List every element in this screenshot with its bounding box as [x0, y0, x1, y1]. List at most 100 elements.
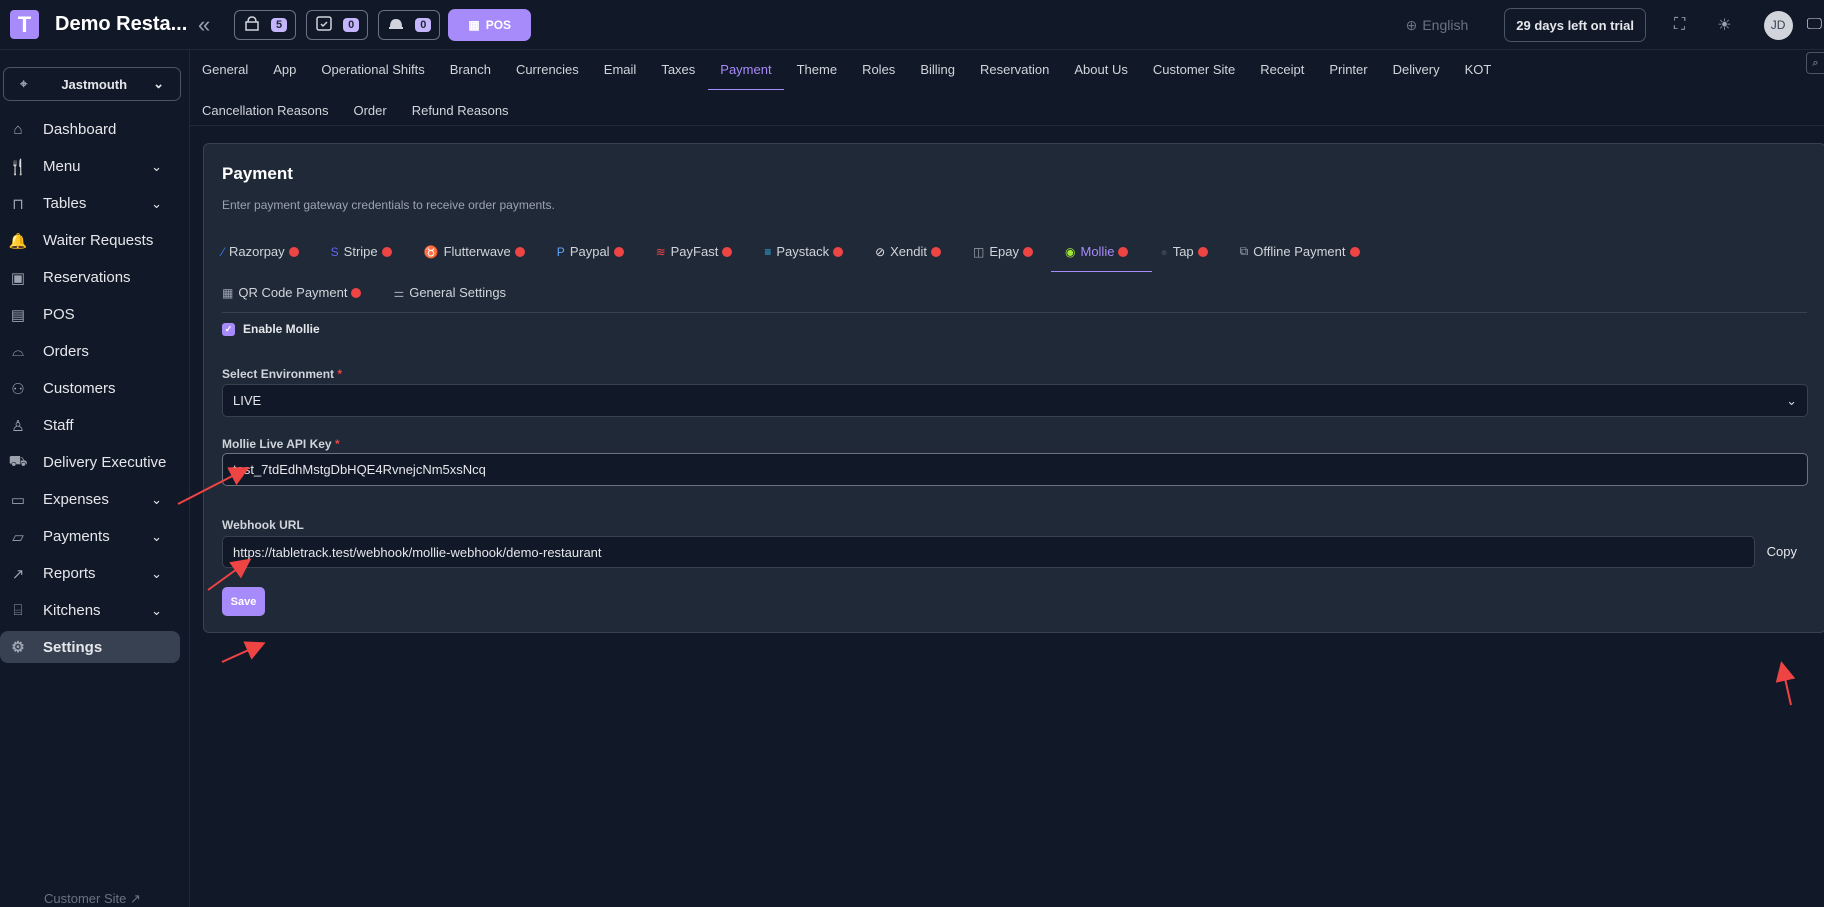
- webhook-label: Webhook URL: [222, 518, 304, 532]
- gateway-tab-mollie[interactable]: ◉ Mollie: [1050, 231, 1154, 272]
- language-selector[interactable]: ⊕ English: [1406, 17, 1469, 34]
- tab-general[interactable]: General: [202, 52, 248, 87]
- tab-branch[interactable]: Branch: [450, 52, 491, 87]
- gateway-tab-stripe[interactable]: S Stripe: [331, 231, 392, 272]
- gateway-tab-flutterwave[interactable]: ♉ Flutterwave: [424, 231, 525, 272]
- reservations-count: 0: [343, 17, 360, 32]
- copy-button[interactable]: Copy: [1767, 544, 1797, 559]
- gateway-tab-payfast[interactable]: ≋ PayFast: [656, 231, 733, 272]
- offline-payment-icon: ⧉: [1239, 244, 1249, 258]
- gateway-tab-general-settings[interactable]: ⚌ General Settings: [393, 272, 506, 313]
- status-dot: [351, 287, 362, 298]
- gateway-tab-razorpay[interactable]: ⁄ Razorpay: [222, 231, 299, 272]
- sidebar-item-dashboard[interactable]: ⌂ Dashboard: [0, 111, 180, 148]
- webhook-url-input[interactable]: https://tabletrack.test/webhook/mollie-w…: [222, 536, 1755, 568]
- sidebar-item-menu[interactable]: 🍴 Menu ⌄: [0, 148, 180, 185]
- enable-mollie-checkbox[interactable]: ✓ Enable Mollie: [222, 322, 320, 336]
- gateway-tab-epay[interactable]: ◫ Epay: [973, 231, 1033, 272]
- pos-button[interactable]: ▦ POS: [448, 8, 532, 41]
- gateway-label: Stripe: [343, 244, 378, 259]
- environment-select[interactable]: LIVE ⌄: [222, 384, 1808, 417]
- sidebar-item-expenses[interactable]: ▭ Expenses ⌄: [0, 481, 180, 518]
- tab-cancellation-reasons[interactable]: Cancellation Reasons: [202, 93, 328, 128]
- gateway-label: Tap: [1172, 244, 1194, 259]
- waiter-requests-chip[interactable]: 0: [378, 9, 441, 40]
- gateway-tab-qr-code-payment[interactable]: ▦ QR Code Payment: [222, 272, 362, 313]
- tab-about-us[interactable]: About Us: [1074, 52, 1127, 87]
- main-content: General App Operational Shifts Branch Curren…: [190, 50, 1824, 907]
- external-link-icon: ↗: [130, 891, 141, 906]
- sidebar-item-orders[interactable]: ⌓ Orders: [0, 333, 180, 370]
- pos-icon: ▤: [10, 306, 26, 324]
- gateway-label: PayFast: [670, 244, 719, 259]
- tab-app[interactable]: App: [273, 52, 296, 87]
- sidebar-item-reservations[interactable]: ▣ Reservations: [0, 259, 180, 296]
- status-dot: [514, 246, 525, 257]
- gateway-tab-paypal[interactable]: P Paypal: [557, 231, 624, 272]
- tab-email[interactable]: Email: [604, 52, 637, 87]
- kitchen-icon: ⌸: [13, 602, 23, 619]
- kitchen-orders-chip[interactable]: 5: [234, 9, 297, 40]
- calendar-icon: ▣: [10, 269, 26, 287]
- sidebar-item-staff[interactable]: ♙ Staff: [0, 407, 180, 444]
- gateway-tab-offline-payment[interactable]: ⧉ Offline Payment: [1240, 231, 1360, 272]
- sidebar-item-payments[interactable]: ▱ Payments ⌄: [0, 518, 180, 555]
- sidebar-item-label: Payments: [43, 528, 110, 545]
- required-mark: *: [337, 367, 343, 381]
- tab-receipt[interactable]: Receipt: [1260, 52, 1304, 87]
- double-chevron-left-icon[interactable]: «: [198, 12, 224, 38]
- reservations-chip[interactable]: 0: [306, 9, 369, 40]
- search-icon[interactable]: ⌕: [1806, 52, 1824, 74]
- gateway-tab-tap[interactable]: ● Tap: [1160, 231, 1208, 272]
- tab-order[interactable]: Order: [353, 93, 386, 128]
- gateway-label: Xendit: [890, 244, 928, 259]
- status-dot: [613, 246, 624, 257]
- tab-kot[interactable]: KOT: [1465, 52, 1492, 87]
- sidebar-item-label: Customers: [43, 380, 116, 397]
- gateway-tab-paystack[interactable]: ≡ Paystack: [764, 231, 844, 272]
- sidebar-item-pos[interactable]: ▤ POS: [0, 296, 180, 333]
- tab-taxes[interactable]: Taxes: [661, 52, 695, 87]
- tap-icon: ●: [1160, 244, 1168, 259]
- location-pin-icon: ⌖: [20, 76, 28, 91]
- avatar[interactable]: JD: [1763, 10, 1793, 40]
- tab-roles[interactable]: Roles: [862, 52, 895, 87]
- chevron-down-icon: ⌄: [153, 76, 164, 91]
- stripe-icon: S: [330, 244, 339, 259]
- menu-icon: 🍴: [8, 158, 28, 176]
- monitor-icon[interactable]: 🖵: [1807, 16, 1822, 34]
- sidebar-item-settings[interactable]: ⚙ Settings: [0, 631, 180, 663]
- trial-badge[interactable]: 29 days left on trial: [1504, 8, 1647, 42]
- tab-refund-reasons[interactable]: Refund Reasons: [412, 93, 509, 128]
- tab-currencies[interactable]: Currencies: [516, 52, 579, 87]
- save-button[interactable]: Save: [222, 587, 265, 616]
- gateway-label: Paystack: [776, 244, 830, 259]
- sidebar-item-reports[interactable]: ↗ Reports ⌄: [0, 555, 180, 592]
- sidebar-item-waiter-requests[interactable]: 🔔 Waiter Requests: [0, 222, 180, 259]
- api-key-input[interactable]: test_7tdEdhMstgDbHQE4RvnejcNm5xsNcq: [222, 453, 1808, 486]
- customer-site-link[interactable]: Customer Site ↗: [44, 891, 141, 907]
- tab-customer-site[interactable]: Customer Site: [1153, 52, 1235, 87]
- tab-delivery[interactable]: Delivery: [1393, 52, 1440, 87]
- tab-payment[interactable]: Payment: [708, 52, 784, 90]
- sidebar-item-delivery-executive[interactable]: ⛟ Delivery Executive: [0, 444, 180, 481]
- tab-printer[interactable]: Printer: [1329, 52, 1367, 87]
- branch-selector[interactable]: ⌖ Jastmouth ⌄: [3, 67, 181, 101]
- tab-operational-shifts[interactable]: Operational Shifts: [321, 52, 424, 87]
- fullscreen-icon[interactable]: ⛶: [1674, 16, 1685, 34]
- app-logo[interactable]: T: [10, 10, 39, 39]
- tab-theme[interactable]: Theme: [797, 52, 837, 87]
- sidebar-item-kitchens[interactable]: ⌸ Kitchens ⌄: [0, 592, 180, 629]
- gateway-tab-xendit[interactable]: ⊘ Xendit: [875, 231, 942, 272]
- environment-value: LIVE: [233, 393, 262, 408]
- sidebar-item-tables[interactable]: ⊓ Tables ⌄: [0, 185, 180, 222]
- sidebar-item-label: Staff: [43, 417, 74, 434]
- qr-code-icon: ▦: [222, 285, 234, 300]
- tab-reservation[interactable]: Reservation: [980, 52, 1049, 87]
- sidebar-item-label: Kitchens: [43, 602, 101, 619]
- tab-billing[interactable]: Billing: [920, 52, 955, 87]
- sidebar-item-customers[interactable]: ⚇ Customers: [0, 370, 180, 407]
- sidebar-item-label: Orders: [43, 343, 89, 360]
- gateway-label: QR Code Payment: [238, 285, 348, 300]
- sun-icon[interactable]: ☀: [1717, 15, 1731, 35]
